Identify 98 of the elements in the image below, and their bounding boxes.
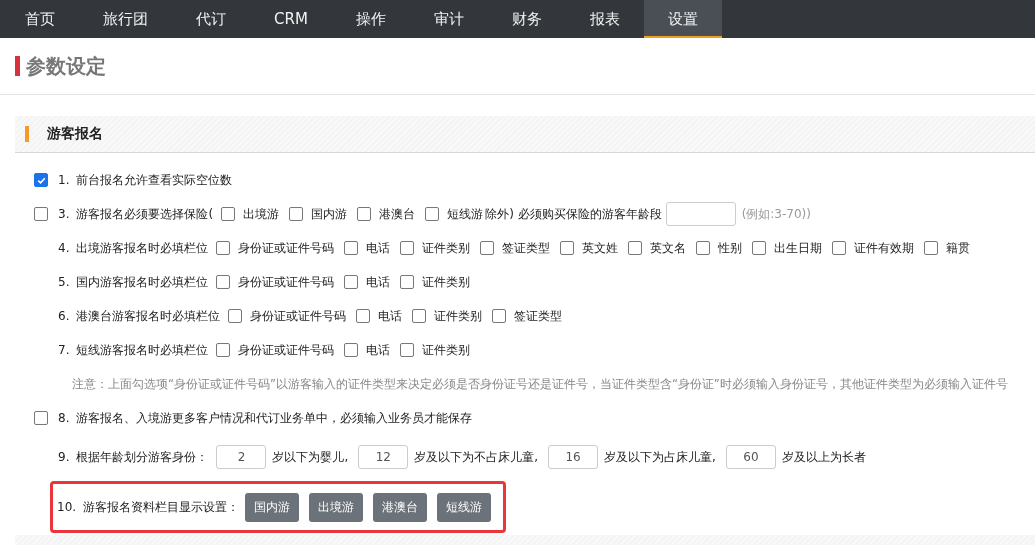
checkbox[interactable] — [924, 241, 939, 255]
option-label: 短线游 — [447, 205, 484, 223]
checkbox[interactable] — [34, 207, 48, 221]
nav-tab[interactable]: 设置 — [643, 0, 722, 38]
option-label: 英文姓 — [582, 239, 619, 257]
checkbox[interactable] — [289, 207, 304, 221]
checkbox[interactable] — [34, 173, 48, 187]
age-label: 岁及以下为不占床儿童, — [414, 448, 539, 466]
item-number: 9. — [58, 450, 70, 464]
item-number: 7. — [58, 343, 70, 357]
checkbox[interactable] — [344, 275, 359, 289]
option-label: 签证类型 — [502, 239, 551, 257]
setting-label: 根据年龄划分游客身份： — [76, 448, 209, 466]
checkbox[interactable] — [492, 309, 507, 323]
checkbox[interactable] — [344, 241, 359, 255]
age-field[interactable]: 2 — [216, 445, 267, 469]
item-number: 10. — [57, 500, 77, 514]
checkbox[interactable] — [228, 309, 243, 323]
setting-label: 出境游客报名时必填栏位 — [76, 239, 209, 257]
item-number: 1. — [58, 173, 70, 187]
note-text: 注意：上面勾选项“身份证或证件号码”以游客输入的证件类型来决定必须是否身份证号还是证件号，当证件类型含“身份证”时必须输入身份证号，其他证件类型为必须输入证件号 — [72, 376, 1008, 392]
checkbox[interactable] — [400, 241, 415, 255]
checkbox[interactable] — [216, 343, 231, 357]
nav-tab[interactable]: 首页 — [0, 0, 79, 38]
option-label: 证件类别 — [434, 307, 483, 325]
option-label: 证件类别 — [422, 273, 471, 291]
option-label: 籍贯 — [946, 239, 971, 257]
nav-tab[interactable]: 报表 — [565, 0, 644, 38]
section-title: 游客报名 — [47, 125, 103, 143]
checkbox[interactable] — [400, 343, 415, 357]
checkbox[interactable] — [560, 241, 575, 255]
checkbox[interactable] — [216, 275, 231, 289]
category-button[interactable]: 港澳台 — [373, 492, 428, 522]
category-button[interactable]: 国内游 — [245, 492, 300, 522]
option-label: 国内游 — [311, 205, 348, 223]
option-label: 出生日期 — [774, 239, 823, 257]
option-label: 身份证或证件号码 — [238, 239, 335, 257]
checkbox[interactable] — [425, 207, 440, 221]
option-label: 签证类型 — [514, 307, 563, 325]
checkbox[interactable] — [832, 241, 847, 255]
setting-label: 前台报名允许查看实际空位数 — [76, 171, 233, 189]
nav-tab[interactable]: 代订 — [172, 0, 250, 38]
checkbox[interactable] — [480, 241, 495, 255]
page-title: 参数设定 — [26, 52, 106, 80]
setting-label: 短线游客报名时必填栏位 — [76, 341, 209, 359]
checkbox[interactable] — [221, 207, 236, 221]
nav-tab[interactable]: 财务 — [487, 0, 566, 38]
hint-text: (例如:3-70)) — [741, 205, 811, 223]
nav-tab[interactable]: CRM — [250, 0, 332, 38]
option-label: 电话 — [366, 341, 391, 359]
age-label: 岁及以上为长者 — [781, 448, 866, 466]
option-label: 出境游 — [243, 205, 280, 223]
option-label: 证件类别 — [422, 239, 471, 257]
checkbox[interactable] — [357, 207, 372, 221]
item-number: 6. — [58, 309, 70, 323]
section-accent — [25, 126, 29, 142]
setting-label: 游客报名、入境游更多客户情况和代订业务单中，必须输入业务员才能保存 — [76, 409, 473, 427]
option-label: 身份证或证件号码 — [238, 273, 335, 291]
item-number: 3. — [58, 207, 70, 221]
setting-label: 国内游客报名时必填栏位 — [76, 273, 209, 291]
checkbox[interactable] — [628, 241, 643, 255]
option-label: 港澳台 — [379, 205, 416, 223]
age-label: 岁及以下为占床儿童, — [604, 448, 716, 466]
setting-label: 游客报名资料栏目显示设置： — [83, 498, 240, 516]
category-button[interactable]: 短线游 — [437, 492, 492, 522]
title-accent — [15, 56, 20, 76]
option-label: 电话 — [378, 307, 403, 325]
category-button[interactable]: 出境游 — [309, 492, 364, 522]
option-label: 证件有效期 — [854, 239, 915, 257]
checkbox[interactable] — [356, 309, 371, 323]
checkbox[interactable] — [696, 241, 711, 255]
item-number: 5. — [58, 275, 70, 289]
setting-label: 游客报名必须要选择保险( — [76, 205, 214, 223]
setting-label: 港澳台游客报名时必填栏位 — [76, 307, 221, 325]
item-number: 4. — [58, 241, 70, 255]
age-label: 岁以下为婴儿, — [272, 448, 349, 466]
age-range-field[interactable] — [665, 202, 736, 226]
checkbox[interactable] — [412, 309, 427, 323]
age-field[interactable]: 16 — [548, 445, 599, 469]
option-label: 性别 — [718, 239, 743, 257]
option-label: 身份证或证件号码 — [238, 341, 335, 359]
option-label: 身份证或证件号码 — [250, 307, 347, 325]
option-label: 证件类别 — [422, 341, 471, 359]
age-field[interactable]: 60 — [725, 445, 776, 469]
age-field[interactable]: 12 — [358, 445, 409, 469]
option-label: 英文名 — [650, 239, 687, 257]
setting-label: 除外) 必须购买保险的游客年龄段 — [485, 205, 662, 223]
option-label: 电话 — [366, 273, 391, 291]
checkbox[interactable] — [752, 241, 767, 255]
checkbox[interactable] — [400, 275, 415, 289]
nav-tab[interactable]: 审计 — [409, 0, 488, 38]
checkbox[interactable] — [344, 343, 359, 357]
checkbox[interactable] — [216, 241, 231, 255]
nav-tab[interactable]: 操作 — [331, 0, 410, 38]
checkbox[interactable] — [34, 411, 48, 425]
option-label: 电话 — [366, 239, 391, 257]
item-number: 8. — [58, 411, 70, 425]
nav-tab[interactable]: 旅行团 — [79, 0, 172, 38]
